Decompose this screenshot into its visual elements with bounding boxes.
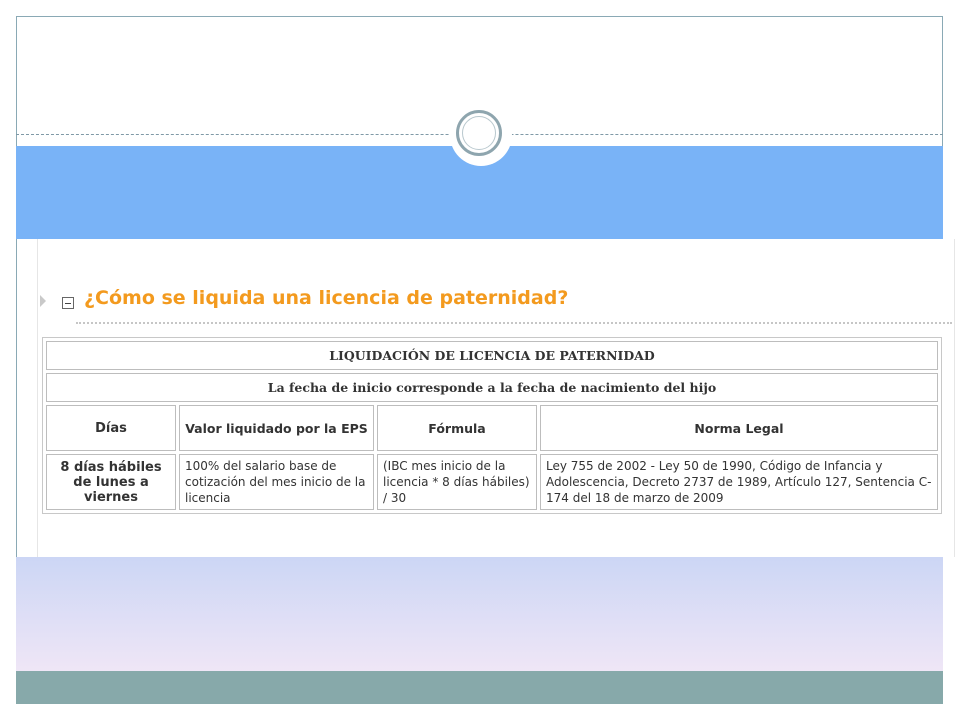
liquidation-table: LIQUIDACIÓN DE LICENCIA DE PATERNIDAD La… <box>42 337 942 514</box>
header-formula: Fórmula <box>377 405 537 451</box>
header-norma: Norma Legal <box>540 405 938 451</box>
triangle-right-icon[interactable] <box>40 295 46 307</box>
embedded-screenshot: ¿Cómo se liquida una licencia de paterni… <box>37 239 955 557</box>
circle-ornament-ring <box>456 110 502 156</box>
footer-band <box>16 671 943 704</box>
table-subtitle: La fecha de inicio corresponde a la fech… <box>46 373 938 402</box>
table-title-row: LIQUIDACIÓN DE LICENCIA DE PATERNIDAD <box>46 341 938 370</box>
cell-valor: 100% del salario base de cotización del … <box>179 454 374 510</box>
minus-box-icon[interactable] <box>62 297 74 309</box>
table-row: 8 días hábiles de lunes a viernes 100% d… <box>46 454 938 510</box>
header-dias: Días <box>46 405 176 451</box>
cell-dias: 8 días hábiles de lunes a viernes <box>46 454 176 510</box>
table-header-row: Días Valor liquidado por la EPS Fórmula … <box>46 405 938 451</box>
heading-divider <box>76 322 952 324</box>
header-valor: Valor liquidado por la EPS <box>179 405 374 451</box>
table-subtitle-row: La fecha de inicio corresponde a la fech… <box>46 373 938 402</box>
cell-formula: (IBC mes inicio de la licencia * 8 días … <box>377 454 537 510</box>
table-title: LIQUIDACIÓN DE LICENCIA DE PATERNIDAD <box>46 341 938 370</box>
cell-norma: Ley 755 de 2002 - Ley 50 de 1990, Código… <box>540 454 938 510</box>
section-heading[interactable]: ¿Cómo se liquida una licencia de paterni… <box>84 287 568 309</box>
content-gradient-band <box>16 557 943 671</box>
